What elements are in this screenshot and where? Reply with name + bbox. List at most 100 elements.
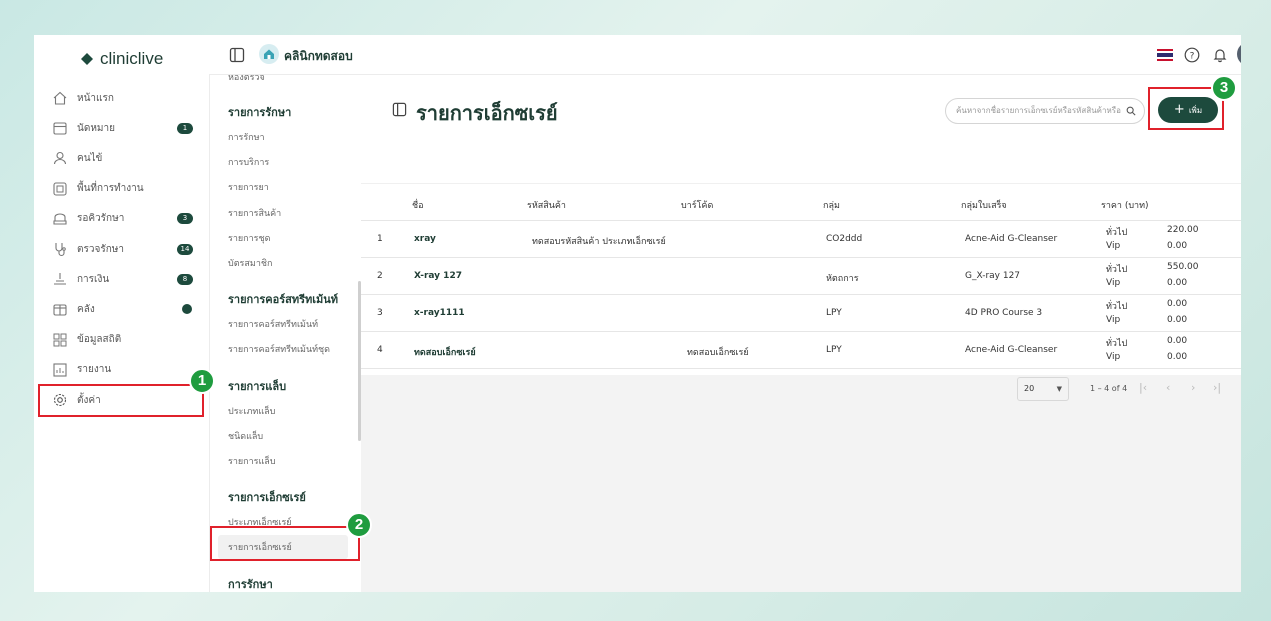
next-page-icon[interactable]: › bbox=[1191, 381, 1195, 394]
submenu-section-title: รายการเอ็กซเรย์ bbox=[228, 491, 306, 505]
sidebar-item-8[interactable]: คลัง bbox=[34, 294, 209, 324]
search-input[interactable]: ค้นหาจากชื่อรายการเอ็กซเรย์หรือรหัสสินค้… bbox=[945, 98, 1145, 124]
sidebar-item-5[interactable]: รอคิวรักษา 3 bbox=[34, 204, 209, 234]
row-barcode: ทดสอบเอ็กซเรย์ bbox=[687, 348, 749, 358]
svg-text:?: ? bbox=[1190, 52, 1195, 62]
price-general-label: ทั่วไป bbox=[1106, 228, 1128, 238]
submenu-item[interactable]: รายการสินค้า bbox=[228, 206, 281, 220]
help-icon[interactable]: ? bbox=[1184, 47, 1200, 63]
col-group[interactable]: กลุ่ม bbox=[823, 198, 840, 212]
workspace-icon bbox=[53, 182, 67, 196]
sidebar-item-7[interactable]: การเงิน 8 bbox=[34, 264, 209, 294]
price-vip-label: Vip bbox=[1106, 352, 1121, 362]
submenu-item[interactable]: รายการชุด bbox=[228, 231, 270, 245]
storage-icon bbox=[53, 304, 67, 316]
row-number: 1 bbox=[377, 234, 383, 244]
xray-list-card: รายการเอ็กซเรย์ ค้นหาจากชื่อรายการเอ็กซเ… bbox=[361, 75, 1241, 401]
row-report-group: 4D PRO Course 3 bbox=[965, 308, 1043, 318]
row-report-group: G_X-ray 127 bbox=[965, 271, 1021, 281]
col-barcode[interactable]: บาร์โค้ด bbox=[681, 198, 713, 212]
highlight-xray-list bbox=[210, 526, 360, 561]
sidebar-item-1[interactable]: หน้าแรก bbox=[34, 83, 209, 113]
row-code: ทดสอบรหัสสินค้า ประเภทเอ็กซเรย์ bbox=[532, 237, 666, 247]
search-icon[interactable] bbox=[1126, 106, 1136, 116]
row-group: หัตถการ bbox=[826, 274, 859, 284]
sidebar-item-label: คลัง bbox=[77, 303, 95, 315]
top-bar: คลินิกทดสอบ ? bbox=[209, 35, 1241, 75]
sidebar-item-3[interactable]: คนไข้ bbox=[34, 143, 209, 173]
table-row[interactable]: 4 ทดสอบเอ็กซเรย์ ทดสอบเอ็กซเรย์ LPY Acne-Aid… bbox=[361, 332, 1241, 369]
col-report-group[interactable]: กลุ่มใบเสร็จ bbox=[961, 198, 1007, 212]
prev-page-icon[interactable]: ‹ bbox=[1166, 381, 1170, 394]
stats-icon bbox=[53, 333, 67, 347]
chevron-down-icon: ▼ bbox=[1056, 385, 1062, 393]
submenu-item[interactable]: รายการคอร์สทรีทเม้นท์ชุด bbox=[228, 342, 330, 356]
submenu-item[interactable]: รายการยา bbox=[228, 180, 269, 194]
user-icon bbox=[53, 152, 67, 165]
col-code[interactable]: รหัสสินค้า bbox=[527, 198, 566, 212]
stethoscope-icon bbox=[55, 243, 66, 257]
submenu-item[interactable]: ชนิดแล็บ bbox=[228, 429, 263, 443]
first-page-icon[interactable]: |‹ bbox=[1139, 381, 1147, 394]
settings-submenu: ห้องตรวจ รายการรักษา การรักษา การบริการ รายก… bbox=[209, 75, 361, 592]
row-group: CO2ddd bbox=[826, 234, 863, 244]
sidebar-item-label: การเงิน bbox=[77, 273, 110, 285]
row-name-link[interactable]: X-ray 127 bbox=[414, 271, 462, 281]
leaf-logo-icon bbox=[81, 53, 93, 65]
page-size-value: 20 bbox=[1024, 384, 1035, 393]
report-icon bbox=[53, 363, 67, 377]
avatar[interactable] bbox=[1237, 42, 1241, 66]
sidebar-item-label: หน้าแรก bbox=[77, 92, 114, 104]
row-report-group: Acne-Aid G-Cleanser bbox=[965, 234, 1058, 244]
price-vip-value: 0.00 bbox=[1167, 315, 1188, 325]
price-general-label: ทั่วไป bbox=[1106, 302, 1128, 312]
brand-logo[interactable]: cliniclive bbox=[80, 49, 163, 69]
thai-flag-icon[interactable] bbox=[1157, 49, 1173, 61]
sidebar-item-10[interactable]: รายงาน bbox=[34, 355, 209, 385]
table-row[interactable]: 1 xray ทดสอบรหัสสินค้า ประเภทเอ็กซเรย์ CO2d… bbox=[361, 221, 1241, 258]
submenu-item[interactable]: การบริการ bbox=[228, 155, 269, 169]
row-name-link[interactable]: xray bbox=[414, 234, 436, 244]
page-size-select[interactable]: 20 ▼ bbox=[1017, 377, 1069, 401]
row-number: 3 bbox=[377, 308, 383, 318]
submenu-item[interactable]: บัตรสมาชิก bbox=[228, 256, 272, 270]
panel-toggle-icon[interactable] bbox=[229, 47, 245, 63]
submenu-item[interactable]: รายการคอร์สทรีทเม้นท์ bbox=[228, 317, 318, 331]
submenu-section-title: รายการคอร์สทรีทเม้นท์ bbox=[228, 293, 339, 307]
step-badge-1: 1 bbox=[189, 368, 215, 394]
sidebar-item-6[interactable]: ตรวจรักษา 14 bbox=[34, 234, 209, 264]
step-badge-3: 3 bbox=[1211, 75, 1237, 101]
app-window: cliniclive หน้าแรกนัดหมาย 1 คนไข้ พื้นที่กา… bbox=[34, 35, 1241, 592]
sidebar-item-9[interactable]: ข้อมูลสถิติ bbox=[34, 325, 209, 355]
row-name-link[interactable]: x-ray1111 bbox=[414, 308, 465, 318]
table-row[interactable]: 2 X-ray 127 หัตถการ G_X-ray 127 ทั่วไป 550.00… bbox=[361, 258, 1241, 295]
sidebar-item-label: ตรวจรักษา bbox=[77, 243, 124, 255]
last-page-icon[interactable]: ›| bbox=[1213, 381, 1221, 394]
submenu-item[interactable]: รายการแล็บ bbox=[228, 454, 276, 468]
row-number: 4 bbox=[377, 345, 383, 355]
calendar-icon bbox=[53, 122, 67, 135]
sidebar-item-label: รอคิวรักษา bbox=[77, 213, 125, 225]
clinic-name[interactable]: คลินิกทดสอบ bbox=[284, 47, 353, 66]
col-name[interactable]: ชื่อ bbox=[412, 198, 424, 212]
brand-name: cliniclive bbox=[100, 49, 164, 68]
bell-icon[interactable] bbox=[1212, 47, 1228, 63]
row-report-group: Acne-Aid G-Cleanser bbox=[965, 345, 1058, 355]
submenu-item[interactable]: การรักษา bbox=[228, 130, 265, 144]
seat-icon bbox=[53, 213, 67, 225]
submenu-item-cut[interactable]: ห้องตรวจ bbox=[228, 75, 265, 84]
home-icon bbox=[53, 91, 67, 105]
col-price[interactable]: ราคา (บาท) bbox=[1101, 198, 1149, 212]
sidebar-item-label: รายงาน bbox=[77, 364, 112, 376]
table-row[interactable]: 3 x-ray1111 LPY 4D PRO Course 3 ทั่วไป 0.00 Vi… bbox=[361, 295, 1241, 332]
row-name-link[interactable]: ทดสอบเอ็กซเรย์ bbox=[414, 345, 476, 359]
row-group: LPY bbox=[826, 308, 842, 318]
sidebar-item-4[interactable]: พื้นที่การทำงาน bbox=[34, 174, 209, 204]
submenu-item[interactable]: ประเภทแล็บ bbox=[228, 404, 275, 418]
page-title: รายการเอ็กซเรย์ bbox=[416, 101, 558, 125]
highlight-settings bbox=[38, 384, 204, 417]
main-content: รายการเอ็กซเรย์ ค้นหาจากชื่อรายการเอ็กซเ… bbox=[361, 75, 1241, 592]
sidebar-item-2[interactable]: นัดหมาย 1 bbox=[34, 113, 209, 143]
count-badge: 1 bbox=[177, 122, 193, 134]
price-general-label: ทั่วไป bbox=[1106, 339, 1128, 349]
